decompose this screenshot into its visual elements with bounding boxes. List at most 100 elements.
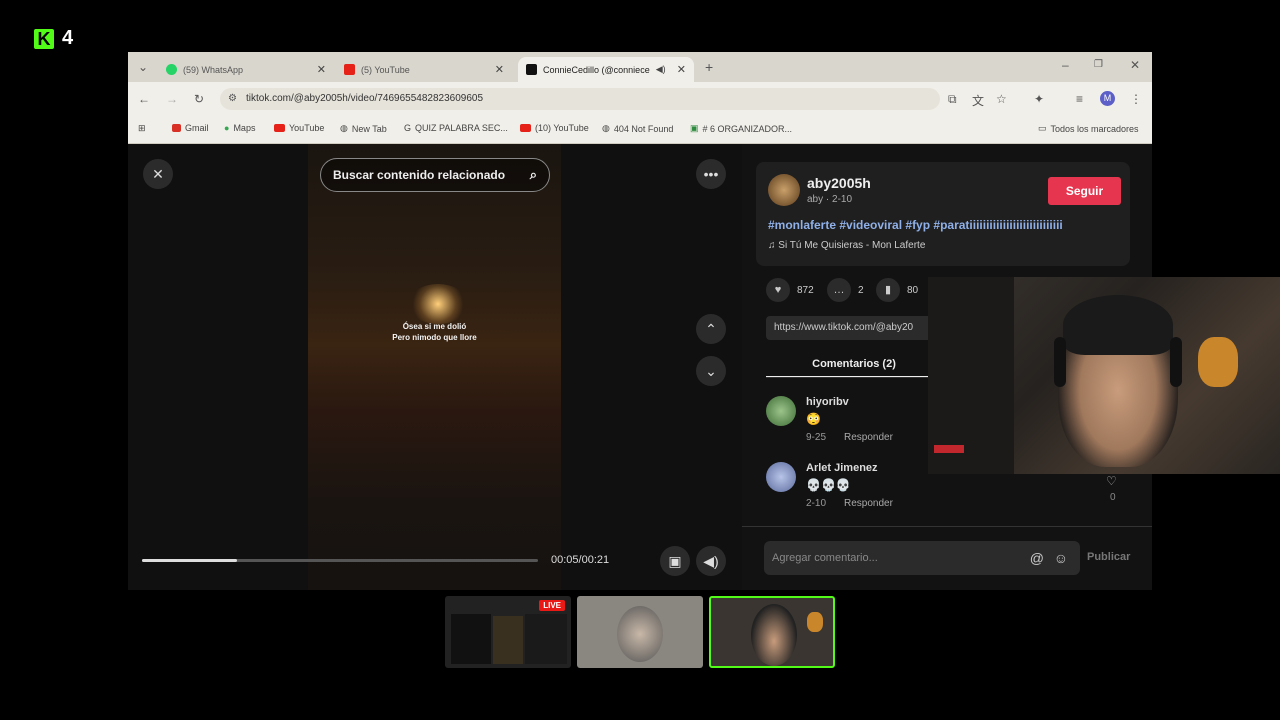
close-icon[interactable]: ✕: [317, 63, 326, 76]
avatar[interactable]: [766, 396, 796, 426]
tab-youtube[interactable]: (5) YouTube ✕: [336, 57, 512, 82]
reply-button[interactable]: Responder: [844, 498, 893, 509]
url-input[interactable]: ⚙ tiktok.com/@aby2005h/video/74696554828…: [220, 88, 940, 110]
video-caption-2: Pero nimodo que llore: [392, 333, 477, 342]
minimize-icon[interactable]: –: [1062, 58, 1069, 72]
bookmark-label: YouTube: [289, 123, 325, 133]
red-light: [934, 445, 964, 453]
youtube-icon: [344, 64, 355, 75]
thumbnail-selfie[interactable]: [577, 596, 703, 668]
comment-date: 9-25: [806, 432, 827, 443]
share-link[interactable]: https://www.tiktok.com/@aby20: [766, 316, 946, 340]
all-bookmarks[interactable]: ▭ Todos los marcadores: [1038, 123, 1139, 134]
avatar[interactable]: [766, 462, 796, 492]
comment-count: 2: [858, 284, 864, 296]
menu-icon[interactable]: ⋮: [1130, 92, 1142, 106]
bookmark-label: Gmail: [185, 123, 209, 133]
bookmark-youtube-10[interactable]: (10) YouTube: [520, 123, 589, 133]
video-pane: Ósea si me dolió Pero nimodo que llore ✕…: [128, 144, 742, 590]
comment-placeholder: Agregar comentario...: [772, 552, 878, 564]
profile-avatar[interactable]: M: [1100, 91, 1115, 106]
comment-stat[interactable]: … 2: [827, 278, 864, 302]
music-line[interactable]: ♫ Si Tú Me Quisieras - Mon Laferte: [768, 240, 925, 251]
tab-tiktok[interactable]: ConnieCedillo (@conniece ◀) ✕: [518, 57, 694, 82]
bookmark-label: Todos los marcadores: [1050, 123, 1139, 134]
next-video-button[interactable]: ⌄: [696, 356, 726, 386]
search-icon[interactable]: ⌕: [530, 159, 537, 191]
whatsapp-icon: [166, 64, 177, 75]
new-tab-button[interactable]: +: [705, 59, 713, 75]
avatar[interactable]: [768, 174, 800, 206]
username[interactable]: aby2005h: [807, 175, 871, 191]
comment-like-icon[interactable]: ♡: [1106, 474, 1117, 488]
progress-bar[interactable]: [142, 559, 538, 562]
lamp-glow: [408, 284, 468, 324]
apps-icon[interactable]: ⊞: [138, 123, 146, 134]
like-stat[interactable]: ♥ 872: [766, 278, 814, 302]
bookmark-organizador[interactable]: ▣ # 6 ORGANIZADOR...: [690, 123, 792, 134]
volume-button[interactable]: ◀): [696, 546, 726, 576]
bookmark-gmail[interactable]: Gmail: [172, 123, 209, 133]
close-icon[interactable]: ✕: [677, 63, 686, 76]
post-info-card: aby2005h aby · 2-10 Seguir #monlaferte #…: [756, 162, 1130, 266]
music-note-icon: ♫: [768, 240, 779, 251]
url-text: tiktok.com/@aby2005h/video/7469655482823…: [246, 93, 484, 104]
more-options-button[interactable]: •••: [696, 159, 726, 189]
extensions-icon[interactable]: ✦: [1034, 92, 1044, 106]
comment-text: 😳: [806, 412, 821, 426]
translate-icon[interactable]: 文: [972, 92, 984, 109]
thumbnail-webcam[interactable]: [709, 596, 835, 668]
bookmark-new-tab[interactable]: ◍ New Tab: [340, 123, 387, 134]
thumbnail-plush: [807, 612, 823, 632]
save-stat[interactable]: ▮ 80: [876, 278, 918, 302]
bookmarks-bar: ⊞ Gmail ● Maps YouTube ◍ New Tab G QUIZ PAL…: [128, 116, 1152, 144]
previous-video-button[interactable]: ⌃: [696, 314, 726, 344]
restore-icon[interactable]: ❐: [1094, 59, 1103, 70]
bookmark-youtube[interactable]: YouTube: [274, 123, 324, 133]
close-video-button[interactable]: ✕: [143, 159, 173, 189]
comment-author[interactable]: Arlet Jimenez: [806, 462, 878, 474]
star-icon[interactable]: ☆: [996, 92, 1007, 106]
bookmark-maps[interactable]: ● Maps: [224, 123, 255, 133]
site-info-icon[interactable]: ⚙: [228, 88, 237, 110]
post-subline: aby · 2-10: [807, 194, 853, 205]
tab-comments[interactable]: Comentarios (2): [766, 350, 942, 378]
tab-search-icon[interactable]: ⌄: [138, 60, 148, 74]
bookmark-404[interactable]: ◍ 404 Not Found: [602, 123, 673, 134]
forward-icon[interactable]: →: [166, 92, 178, 106]
close-window-icon[interactable]: ✕: [1130, 58, 1140, 72]
reply-button[interactable]: Responder: [844, 432, 893, 443]
bookmark-label: New Tab: [351, 123, 387, 134]
comment-author[interactable]: hiyoribv: [806, 396, 849, 408]
media-icon[interactable]: ≡: [1076, 92, 1083, 106]
emoji-icon[interactable]: ☺: [1054, 541, 1068, 575]
video-caption-1: Ósea si me dolió: [402, 322, 467, 331]
follow-button[interactable]: Seguir: [1048, 177, 1121, 205]
install-icon[interactable]: ⧉: [948, 92, 957, 107]
headphones-right: [1170, 337, 1182, 387]
reload-icon[interactable]: ↻: [194, 92, 204, 106]
maps-icon: ●: [224, 123, 230, 133]
music-title: Si Tú Me Quisieras - Mon Laferte: [778, 240, 926, 251]
bookmark-label: 404 Not Found: [613, 123, 674, 134]
video-player[interactable]: Ósea si me dolió Pero nimodo que llore: [308, 144, 561, 590]
comment-input[interactable]: Agregar comentario... @ ☺: [764, 541, 1080, 575]
mention-icon[interactable]: @: [1030, 541, 1044, 575]
search-placeholder: Buscar contenido relacionado: [333, 168, 506, 182]
pip-button[interactable]: ▣: [660, 546, 690, 576]
classroom-icon: ▣: [690, 123, 699, 133]
hashtags[interactable]: #monlaferte #videoviral #fyp #paratiiiii…: [768, 218, 1063, 232]
google-icon: G: [404, 123, 412, 133]
post-comment-button[interactable]: Publicar: [1087, 551, 1130, 563]
save-count: 80: [907, 284, 919, 296]
globe-icon: ◍: [340, 123, 348, 133]
like-count: 872: [797, 284, 814, 296]
related-search-input[interactable]: Buscar contenido relacionado ⌕: [320, 158, 550, 192]
bookmark-quiz[interactable]: G QUIZ PALABRA SEC...: [404, 123, 508, 133]
heart-icon: ♥: [766, 278, 790, 302]
tab-whatsapp[interactable]: (59) WhatsApp ✕: [158, 57, 334, 82]
close-icon[interactable]: ✕: [495, 63, 504, 76]
bookmark-label: QUIZ PALABRA SEC...: [415, 123, 508, 133]
thumbnail-live-screen[interactable]: LIVE: [445, 596, 571, 668]
back-icon[interactable]: ←: [138, 92, 150, 106]
